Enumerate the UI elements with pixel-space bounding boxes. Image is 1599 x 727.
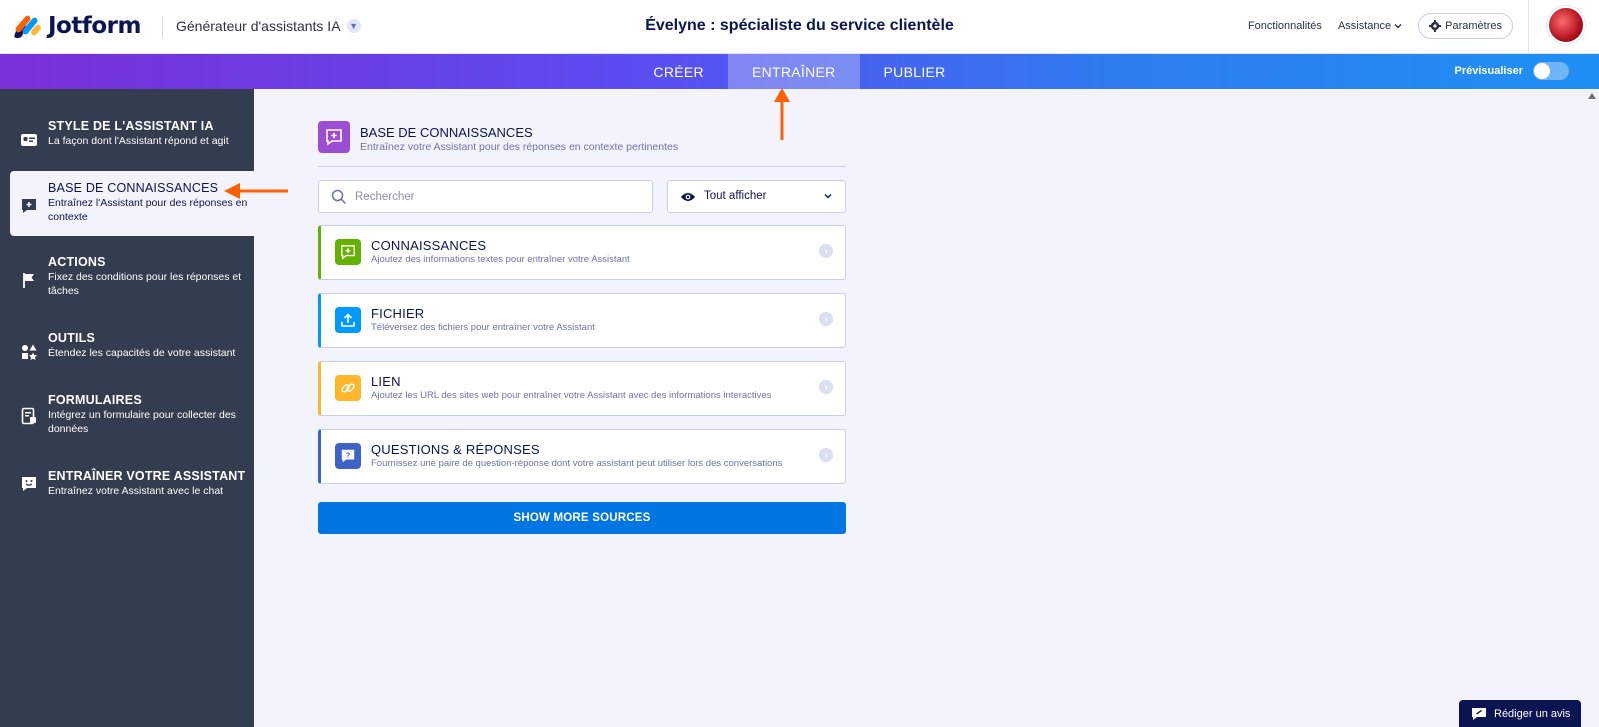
chat-plus-icon [335, 239, 361, 265]
sidebar-item-title: ENTRAÎNER VOTRE ASSISTANT [48, 469, 246, 483]
sidebar-item-train-assistant[interactable]: ENTRAÎNER VOTRE ASSISTANT Entraînez votr… [10, 469, 254, 499]
header-links: Fonctionnalités Assistance Paramètres [1248, 13, 1513, 39]
source-card-link[interactable]: LIEN Ajoutez les URL des sites web pour … [318, 361, 846, 416]
sidebar-item-title: FORMULAIRES [48, 393, 142, 407]
sidebar-item-desc: Fixez des conditions pour les réponses e… [48, 271, 242, 297]
settings-label: Paramètres [1445, 20, 1502, 32]
filter-label: Tout afficher [704, 190, 767, 202]
search-input[interactable] [355, 182, 645, 211]
source-title: FICHIER [371, 306, 425, 321]
tab-create[interactable]: CRÉER [629, 54, 728, 89]
link-icon [335, 375, 361, 401]
jotform-logo-icon [13, 12, 43, 40]
source-card-qa[interactable]: ? QUESTIONS & RÉPONSES Fournissez une pa… [318, 429, 846, 484]
builder-tabs: CRÉER ENTRAÎNER PUBLIER [0, 54, 1599, 89]
sidebar-item-desc: Entraînez votre Assistant avec le chat [48, 485, 224, 497]
source-card-file[interactable]: FICHIER Téléversez des fichiers pour ent… [318, 293, 846, 348]
header-divider [1528, 0, 1529, 54]
chevron-right-icon: › [819, 312, 833, 326]
svg-text:?: ? [346, 451, 350, 459]
logo-text: Jotform [48, 13, 141, 39]
chevron-right-icon: › [819, 448, 833, 462]
tab-train[interactable]: ENTRAÎNER [727, 54, 860, 89]
chevron-down-icon [824, 194, 832, 199]
write-review-label: Rédiger un avis [1494, 707, 1571, 720]
chevron-right-icon: › [819, 380, 833, 394]
sidebar-item-desc: Entraînez l'Assistant pour des réponses … [48, 197, 248, 223]
builder-tab-bar: CRÉER ENTRAÎNER PUBLIER Prévisualiser [0, 54, 1599, 89]
flag-icon [23, 273, 34, 288]
sidebar-item-title: OUTILS [48, 331, 96, 345]
support-menu[interactable]: Assistance [1338, 20, 1402, 32]
source-title: CONNAISSANCES [371, 238, 487, 253]
jotform-logo[interactable]: Jotform [13, 12, 141, 40]
app-switcher-label: Générateur d'assistants IA [176, 18, 341, 34]
chat-plus-icon [22, 199, 36, 213]
sidebar-item-tools[interactable]: OUTILS Étendez les capacités de votre as… [10, 331, 254, 361]
user-avatar[interactable] [1547, 6, 1585, 44]
chevron-down-icon: ▼ [346, 19, 361, 33]
preview-toggle[interactable] [1533, 62, 1569, 80]
section-header: BASE DE CONNAISSANCES Entraînez votre As… [318, 121, 846, 167]
section-title: BASE DE CONNAISSANCES [360, 125, 533, 140]
search-icon [331, 189, 347, 205]
source-desc: Téléversez des fichiers pour entraîner v… [371, 322, 595, 333]
id-card-icon [21, 134, 37, 146]
show-more-sources-button[interactable]: SHOW MORE SOURCES [318, 502, 846, 534]
preview-label: Prévisualiser [1454, 65, 1524, 77]
scroll-up-arrow-icon[interactable] [1588, 93, 1596, 99]
chat-smile-icon [22, 477, 36, 491]
settings-button[interactable]: Paramètres [1418, 13, 1513, 39]
upload-icon [335, 307, 361, 333]
features-link[interactable]: Fonctionnalités [1248, 20, 1322, 32]
chevron-right-icon: › [819, 244, 833, 258]
source-desc: Fournissez une paire de question-réponse… [371, 458, 783, 469]
main-content: BASE DE CONNAISSANCES Entraînez votre As… [254, 89, 1599, 727]
chevron-down-icon [1394, 24, 1402, 29]
eye-icon [681, 193, 695, 201]
chat-plus-icon [318, 121, 350, 153]
sidebar-item-desc: Étendez les capacités de votre assistant [48, 347, 236, 359]
sidebar: STYLE DE L'ASSISTANT IA La façon dont l'… [0, 89, 254, 727]
tab-publish[interactable]: PUBLIER [860, 54, 970, 89]
gear-icon [1429, 20, 1442, 32]
filter-dropdown[interactable]: Tout afficher [667, 180, 846, 213]
write-review-button[interactable]: Rédiger un avis [1459, 700, 1581, 727]
sidebar-item-title: STYLE DE L'ASSISTANT IA [48, 119, 214, 133]
section-subtitle: Entraînez votre Assistant pour des répon… [360, 141, 679, 153]
shapes-icon [22, 344, 37, 360]
sidebar-item-knowledge-base[interactable]: BASE DE CONNAISSANCES Entraînez l'Assist… [10, 171, 254, 236]
question-chat-icon: ? [335, 443, 361, 469]
source-desc: Ajoutez les URL des sites web pour entra… [371, 390, 772, 401]
sidebar-item-desc: La façon dont l'Assistant répond et agit [48, 135, 229, 147]
support-label: Assistance [1337, 20, 1392, 32]
form-icon [21, 407, 36, 425]
sidebar-item-forms[interactable]: FORMULAIRES Intégrez un formulaire pour … [10, 393, 254, 437]
search-box [318, 180, 653, 213]
source-title: QUESTIONS & RÉPONSES [371, 442, 540, 457]
top-header: Jotform Générateur d'assistants IA ▼ Éve… [0, 0, 1599, 54]
sidebar-item-desc: Intégrez un formulaire pour collecter de… [48, 409, 236, 435]
header-divider [162, 16, 163, 38]
sidebar-item-actions[interactable]: ACTIONS Fixez des conditions pour les ré… [10, 255, 254, 299]
sidebar-item-ai-style[interactable]: STYLE DE L'ASSISTANT IA La façon dont l'… [10, 119, 254, 163]
source-title: LIEN [371, 374, 401, 389]
page-scrollbar[interactable] [1584, 89, 1599, 727]
preview-control: Prévisualiser [1454, 62, 1569, 80]
review-chat-icon [1472, 707, 1486, 720]
source-desc: Ajoutez des informations textes pour ent… [371, 254, 630, 265]
sidebar-item-title: BASE DE CONNAISSANCES [48, 181, 219, 195]
page-title[interactable]: Évelyne : spécialiste du service clientè… [645, 17, 954, 34]
sidebar-item-title: ACTIONS [48, 255, 106, 269]
source-card-knowledge[interactable]: CONNAISSANCES Ajoutez des informations t… [318, 225, 846, 280]
app-switcher[interactable]: Générateur d'assistants IA ▼ [176, 18, 361, 34]
